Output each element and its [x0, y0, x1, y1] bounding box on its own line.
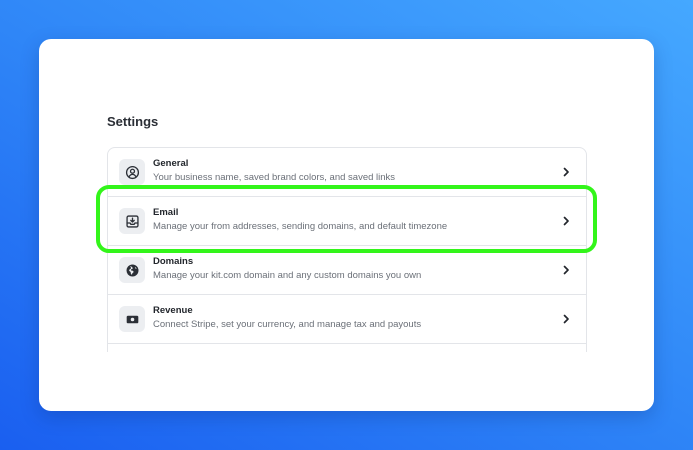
settings-item-description: Connect Stripe, set your currency, and m… [153, 319, 422, 330]
settings-item-title: General [153, 158, 189, 169]
settings-item-description: Your business name, saved brand colors, … [153, 172, 396, 183]
user-circle-icon [119, 159, 145, 185]
settings-item-title: Email [153, 207, 179, 218]
globe-icon [119, 257, 145, 283]
inbox-download-icon [119, 208, 145, 234]
settings-item-email[interactable]: Email Manage your from addresses, sendin… [108, 197, 586, 246]
settings-list: General Your business name, saved brand … [107, 147, 587, 352]
settings-item-title: Domains [153, 256, 194, 267]
settings-item-partial[interactable] [108, 344, 586, 352]
chevron-right-icon [563, 216, 569, 226]
settings-item-description: Manage your kit.com domain and any custo… [153, 270, 422, 281]
chevron-right-icon [563, 314, 569, 324]
settings-item-title: Revenue [153, 305, 193, 316]
banknote-icon [119, 306, 145, 332]
settings-item-domains[interactable]: Domains Manage your kit.com domain and a… [108, 246, 586, 295]
settings-list-viewport[interactable]: General Your business name, saved brand … [107, 147, 587, 352]
page-title: Settings [107, 114, 159, 129]
chevron-right-icon [563, 167, 569, 177]
settings-item-general[interactable]: General Your business name, saved brand … [108, 148, 586, 197]
settings-window: Settings General Your business name, sav… [39, 39, 654, 411]
settings-item-description: Manage your from addresses, sending doma… [153, 221, 448, 232]
settings-item-revenue[interactable]: Revenue Connect Stripe, set your currenc… [108, 295, 586, 344]
chevron-right-icon [563, 265, 569, 275]
